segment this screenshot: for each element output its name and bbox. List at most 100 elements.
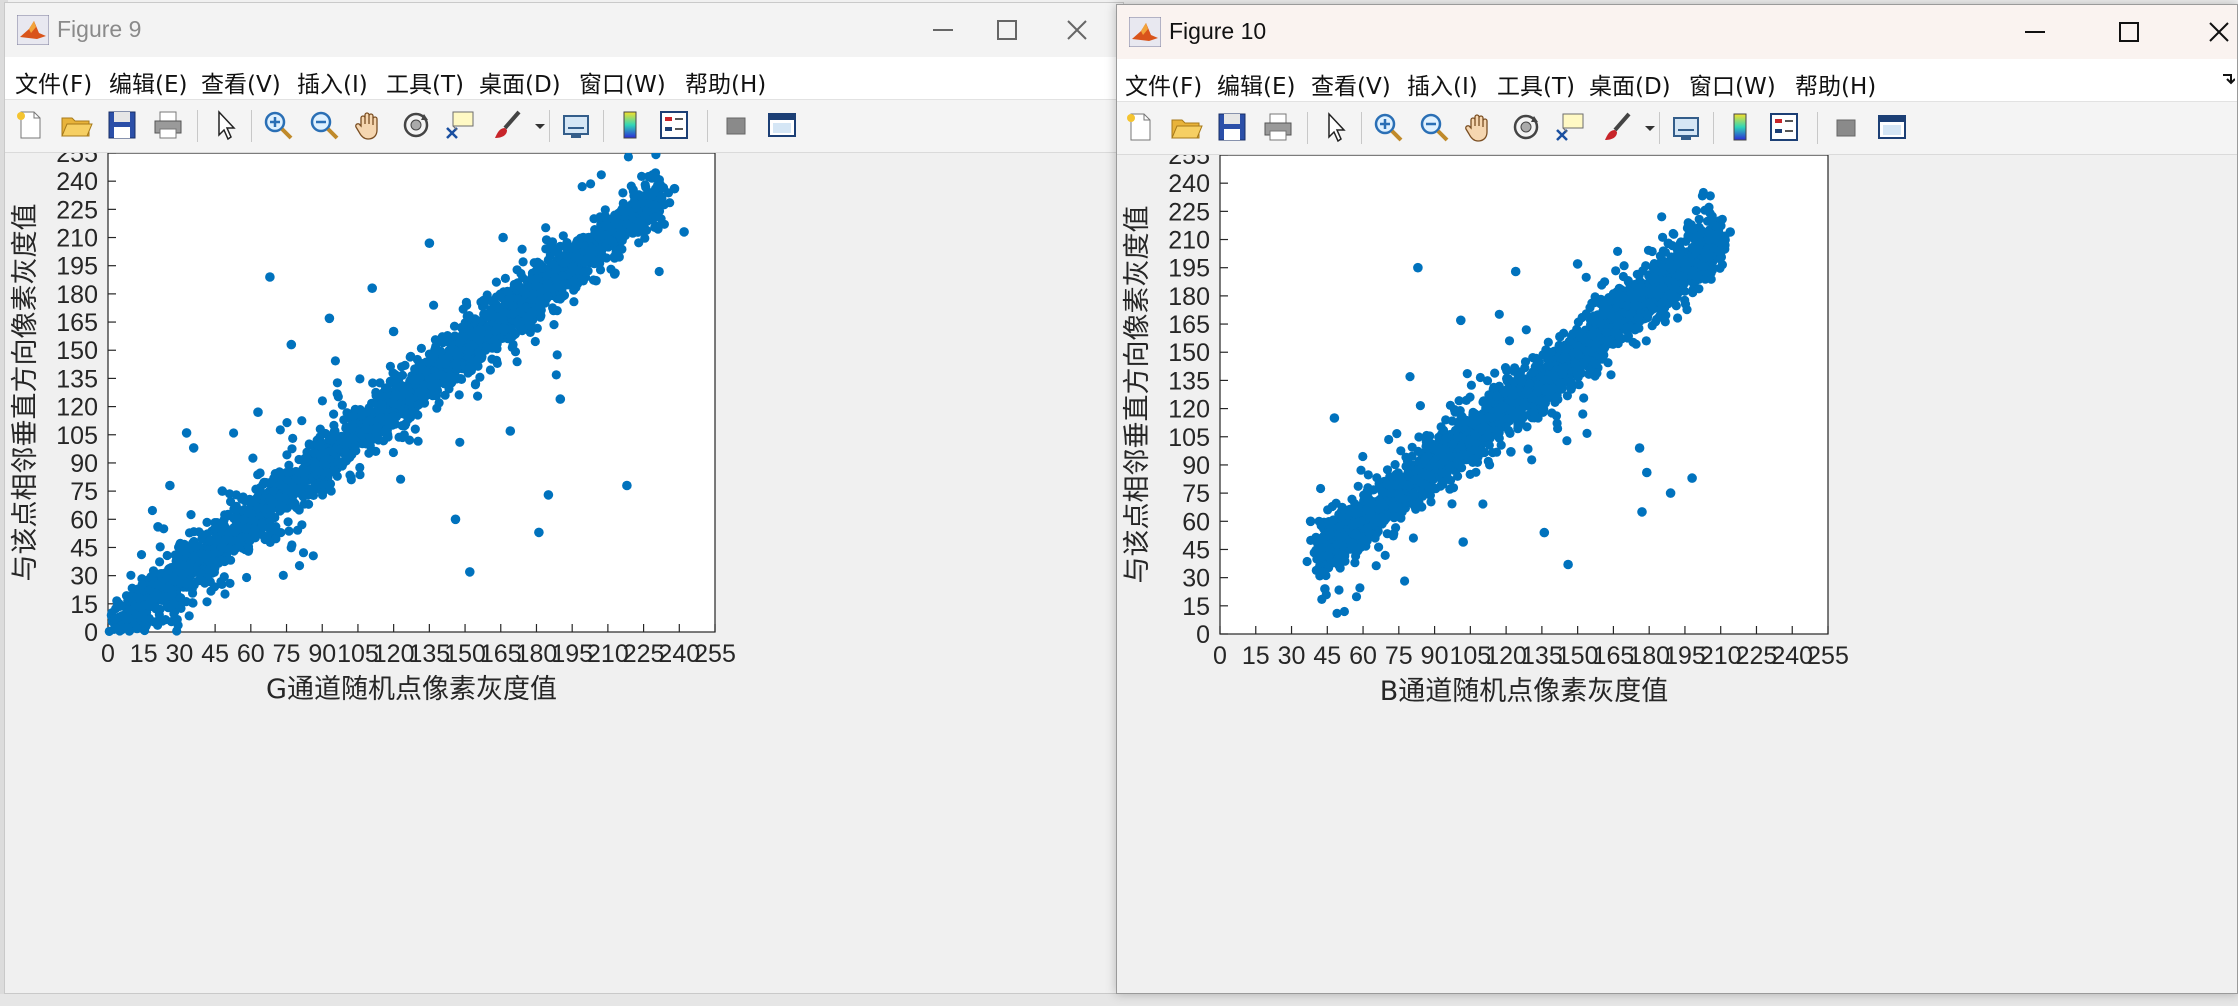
zoom-in-tool[interactable] [261,108,295,142]
scatter-point [440,336,450,346]
x-tick-label: 90 [308,640,336,668]
scatter-point [387,412,397,422]
brush-dropdown[interactable] [523,108,545,142]
close-button[interactable] [1045,3,1109,57]
scatter-point [498,323,509,333]
data-cursor-tool[interactable] [1553,110,1587,144]
menu-desktop[interactable]: 桌面(D) [1589,67,1671,101]
scatter-point [283,517,293,527]
scatter-point [170,576,180,586]
menu-file[interactable]: 文件(F) [15,65,92,99]
menu-view[interactable]: 查看(V) [201,65,281,99]
menu-window[interactable]: 窗口(W) [579,65,666,99]
new-figure-tool[interactable] [13,108,47,142]
zoom-in-tool[interactable] [1371,110,1405,144]
scatter-point [282,418,292,428]
hand-pan-icon [1465,114,1488,142]
scatter-point [506,324,517,334]
scatter-point [315,439,325,449]
brush-tool[interactable] [491,108,525,142]
scatter-outlier-point [622,480,632,491]
rotate-3d-tool[interactable] [399,108,433,142]
figure-canvas: 原始图像B通道垂直相邻元素相关性点图0153045607590105120135… [1117,155,2237,993]
brush-dropdown[interactable] [1633,110,1655,144]
scatter-plot: 原始图像B通道垂直相邻元素相关性点图0153045607590105120135… [1122,155,1849,707]
y-tick-label: 180 [56,281,98,309]
minimize-button[interactable] [2003,5,2067,59]
pan-tool[interactable] [353,108,387,142]
open-file-tool[interactable] [1169,110,1203,144]
menu-help[interactable]: 帮助(H) [1795,67,1876,101]
insert-colorbar-tool[interactable] [1723,110,1757,144]
show-plot-tools-tool[interactable] [765,108,799,142]
maximize-button[interactable] [2097,5,2161,59]
hide-plot-tools-tool[interactable] [1829,110,1863,144]
menu-desktop[interactable]: 桌面(D) [479,65,561,99]
close-button[interactable] [2187,5,2237,59]
save-tool[interactable] [105,108,139,142]
zoom-in-icon [264,111,293,140]
insert-legend-tool[interactable] [657,108,691,142]
new-figure-tool[interactable] [1123,110,1157,144]
dock-arrow-icon[interactable] [2221,71,2235,87]
insert-legend-tool[interactable] [1767,110,1801,144]
hide-plot-tools-tool[interactable] [719,108,753,142]
scatter-point [229,428,239,438]
scatter-point [155,542,165,552]
title-bar[interactable]: Figure 10 [1117,5,2237,59]
print-tool[interactable] [1261,110,1295,144]
link-plot-tool[interactable] [559,108,593,142]
y-tick-label: 0 [84,619,98,647]
zoom-out-tool[interactable] [307,108,341,142]
figure-window-10[interactable]: Figure 10 文件(F) 编辑(E) 查看(V) 插入(I) 工具(T) … [1116,4,2238,994]
zoom-out-tool[interactable] [1417,110,1451,144]
menu-tools[interactable]: 工具(T) [386,65,464,99]
menu-insert[interactable]: 插入(I) [297,65,368,99]
edit-plot-tool[interactable] [209,108,243,142]
scatter-point [187,542,197,552]
scatter-point [397,362,407,372]
save-disk-icon [108,111,136,139]
y-tick-label: 210 [1168,227,1210,255]
figure-window-9[interactable]: Figure 9 文件(F) 编辑(E) 查看(V) 插入(I) 工具(T) 桌… [4,2,1124,994]
scatter-point [389,399,399,409]
menu-insert[interactable]: 插入(I) [1407,67,1478,101]
menu-edit[interactable]: 编辑(E) [1217,67,1295,101]
toolbar-separator [1307,112,1308,144]
menu-tools[interactable]: 工具(T) [1497,67,1575,101]
link-plot-tool[interactable] [1669,110,1703,144]
y-tick-label: 120 [56,394,98,422]
scatter-point [584,232,594,242]
scatter-point [397,382,407,392]
scatter-point [261,477,271,488]
open-file-tool[interactable] [59,108,93,142]
menu-edit[interactable]: 编辑(E) [109,65,187,99]
scatter-point [436,346,446,356]
minimize-icon [2025,31,2045,33]
printer-icon [154,111,182,139]
pan-tool[interactable] [1463,110,1497,144]
colorbar-icon [1733,113,1747,141]
menu-help[interactable]: 帮助(H) [685,65,766,99]
scatter-point [426,390,436,400]
title-bar[interactable]: Figure 9 [5,3,1123,57]
save-tool[interactable] [1215,110,1249,144]
menu-file[interactable]: 文件(F) [1125,67,1202,101]
edit-plot-tool[interactable] [1319,110,1353,144]
maximize-button[interactable] [975,3,1039,57]
legend-icon [660,111,688,139]
scatter-point [410,424,420,434]
rotate-3d-tool[interactable] [1509,110,1543,144]
brush-tool[interactable] [1601,110,1635,144]
scatter-point [1673,313,1683,323]
show-plot-tools-tool[interactable] [1875,110,1909,144]
minimize-button[interactable] [911,3,975,57]
print-tool[interactable] [151,108,185,142]
scatter-point [298,548,309,558]
menu-view[interactable]: 查看(V) [1311,67,1391,101]
insert-colorbar-tool[interactable] [613,108,647,142]
scatter-point [205,536,215,546]
data-cursor-tool[interactable] [443,108,477,142]
scatter-point [341,447,351,457]
menu-window[interactable]: 窗口(W) [1689,67,1776,101]
